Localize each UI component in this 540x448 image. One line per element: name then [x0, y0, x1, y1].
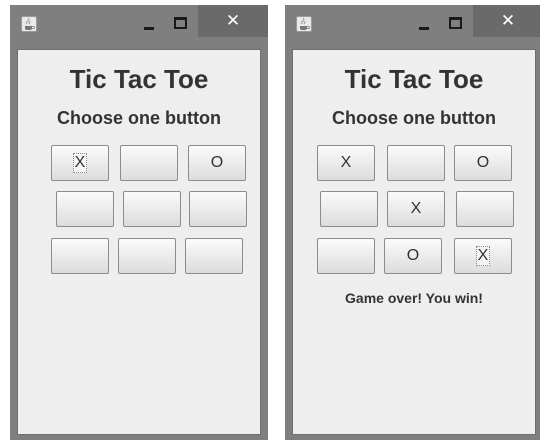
board-cell-1[interactable]: X	[51, 145, 109, 181]
board-cell-2[interactable]	[120, 145, 178, 181]
cell-label: X	[475, 246, 491, 266]
game-title: Tic Tac Toe	[344, 64, 484, 94]
board-cell-4[interactable]	[320, 191, 378, 227]
board-cell-7[interactable]	[317, 238, 375, 274]
minimize-button[interactable]	[140, 13, 160, 35]
title-bar[interactable]: ✕	[285, 5, 540, 43]
content-pane: Tic Tac Toe Choose one button X O X O X …	[292, 49, 536, 435]
board-cell-3[interactable]: O	[188, 145, 246, 181]
board-cell-5[interactable]	[123, 191, 181, 227]
board-cell-5[interactable]: X	[387, 191, 445, 227]
close-button[interactable]: ✕	[473, 5, 540, 37]
board-cell-8[interactable]: O	[384, 238, 442, 274]
content-pane: Tic Tac Toe Choose one button X O	[17, 49, 261, 435]
board-cell-9[interactable]	[185, 238, 243, 274]
board-cell-6[interactable]	[456, 191, 514, 227]
game-window-right: ✕ Tic Tac Toe Choose one button X O X O …	[285, 5, 540, 440]
java-cup-icon[interactable]	[21, 16, 37, 32]
game-title: Tic Tac Toe	[69, 64, 209, 94]
board-cell-8[interactable]	[118, 238, 176, 274]
board-cell-3[interactable]: O	[454, 145, 512, 181]
board-cell-2[interactable]	[387, 145, 445, 181]
game-window-left: ✕ Tic Tac Toe Choose one button X O	[10, 5, 268, 440]
status-message: Game over! You win!	[345, 290, 483, 306]
board-cell-9[interactable]: X	[454, 238, 512, 274]
cell-label: X	[72, 153, 88, 173]
java-cup-icon[interactable]	[296, 16, 312, 32]
instruction-label: Choose one button	[57, 108, 221, 128]
board-cell-6[interactable]	[189, 191, 247, 227]
maximize-button[interactable]	[445, 13, 465, 35]
board-cell-1[interactable]: X	[317, 145, 375, 181]
title-bar[interactable]: ✕	[10, 5, 268, 43]
board-cell-4[interactable]	[56, 191, 114, 227]
close-button[interactable]: ✕	[198, 5, 268, 37]
instruction-label: Choose one button	[332, 108, 496, 128]
maximize-button[interactable]	[170, 13, 190, 35]
board-cell-7[interactable]	[51, 238, 109, 274]
minimize-button[interactable]	[415, 13, 435, 35]
